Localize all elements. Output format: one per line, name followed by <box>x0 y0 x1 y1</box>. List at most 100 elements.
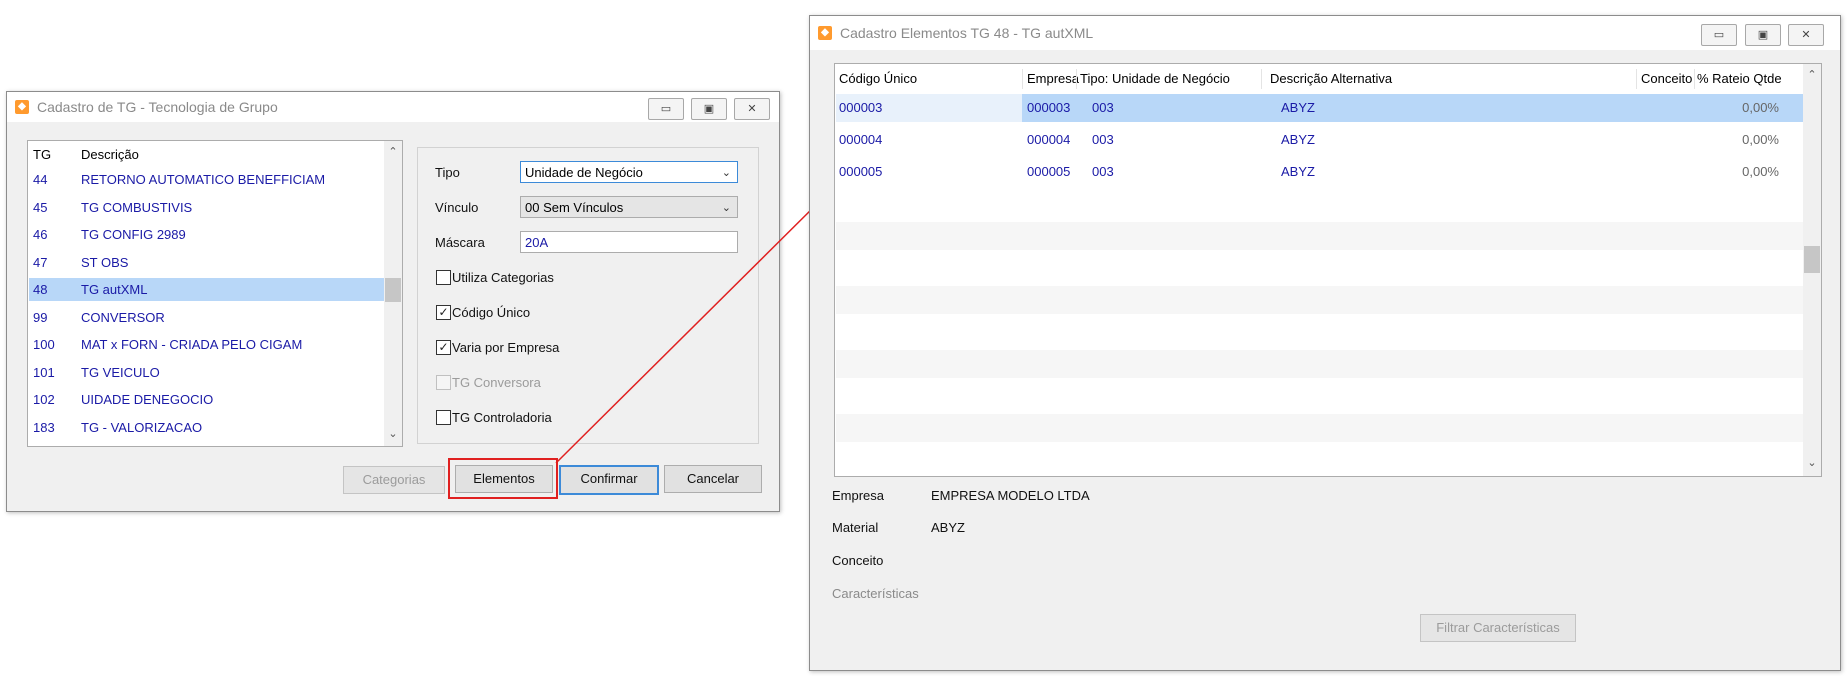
vinculo-select[interactable]: 00 Sem Vínculos ⌄ <box>520 196 738 218</box>
tg-column-header[interactable]: TG <box>33 142 51 168</box>
empty-row <box>836 318 1803 346</box>
empty-row <box>836 350 1803 378</box>
material-value[interactable]: ABYZ <box>931 520 965 535</box>
varia-por-empresa-label[interactable]: Varia por Empresa <box>452 340 559 355</box>
table-cell[interactable]: 003 <box>1092 94 1114 122</box>
caracteristicas-label: Características <box>832 586 919 601</box>
elementos-grid[interactable]: Código Único Empresa Tipo: Unidade de Ne… <box>834 63 1822 477</box>
categorias-button: Categorias <box>343 466 445 494</box>
tg-window-title: Cadastro de TG - Tecnologia de Grupo <box>37 99 278 115</box>
list-item[interactable]: 183 TG - VALORIZACAO <box>29 416 384 439</box>
mascara-input[interactable]: 20A <box>520 231 738 253</box>
utiliza-categorias-label[interactable]: Utiliza Categorias <box>452 270 554 285</box>
elementos-window: ◆ Cadastro Elementos TG 48 - TG autXML ▭… <box>809 15 1841 671</box>
close-icon[interactable]: ✕ <box>1788 24 1824 46</box>
tg-properties-panel: Tipo Unidade de Negócio ⌄ Vínculo 00 Sem… <box>417 147 759 444</box>
list-item[interactable]: 44 RETORNO AUTOMATICO BENEFFICIAM <box>29 168 384 191</box>
list-item[interactable]: 101 TG VEICULO <box>29 361 384 384</box>
codigo-unico-checkbox[interactable]: ✓ <box>436 305 451 320</box>
table-cell[interactable]: ABYZ <box>1281 126 1315 154</box>
cancelar-button[interactable]: Cancelar <box>664 465 762 493</box>
minimize-icon[interactable]: ▭ <box>1701 24 1737 46</box>
tg-list[interactable]: TG Descrição 44 RETORNO AUTOMATICO BENEFF… <box>27 140 403 447</box>
tg-window-titlebar[interactable]: ◆ Cadastro de TG - Tecnologia de Grupo ▭… <box>7 92 779 122</box>
table-cell[interactable]: 000004 <box>1027 126 1070 154</box>
table-cell[interactable]: 003 <box>1092 158 1114 186</box>
descricao-column-header[interactable]: Descrição <box>81 142 139 168</box>
empty-row <box>836 190 1803 218</box>
empty-row <box>836 382 1803 410</box>
elementos-button[interactable]: Elementos <box>455 465 553 493</box>
maximize-icon[interactable]: ▣ <box>691 98 727 120</box>
tipo-column-header[interactable]: Tipo: Unidade de Negócio <box>1080 65 1230 93</box>
table-cell[interactable]: 0,00% <box>1742 158 1779 186</box>
table-cell[interactable]: 000003 <box>1027 94 1070 122</box>
vinculo-select-value: 00 Sem Vínculos <box>525 200 624 215</box>
app-icon: ◆ <box>15 100 29 114</box>
table-cell[interactable]: 0,00% <box>1742 126 1779 154</box>
list-item[interactable]: 45 TG COMBUSTIVIS <box>29 196 384 219</box>
app-icon: ◆ <box>818 26 832 40</box>
empty-row <box>836 414 1803 442</box>
close-icon[interactable]: ✕ <box>734 98 770 120</box>
mascara-label: Máscara <box>435 235 485 250</box>
descricao-column-header[interactable]: Descrição Alternativa <box>1270 65 1392 93</box>
grid-scrollbar[interactable]: ⌃ ⌄ <box>1803 64 1821 476</box>
table-cell[interactable]: ABYZ <box>1281 94 1315 122</box>
scrollbar-thumb[interactable] <box>385 278 401 302</box>
material-label: Material <box>832 520 879 535</box>
tg-list-scrollbar[interactable]: ⌃ ⌄ <box>384 141 402 446</box>
utiliza-categorias-checkbox[interactable] <box>436 270 451 285</box>
conceito-column-header[interactable]: Conceito <box>1641 65 1692 93</box>
list-item[interactable]: 100 MAT x FORN - CRIADA PELO CIGAM <box>29 333 384 356</box>
list-item[interactable]: 46 TG CONFIG 2989 <box>29 223 384 246</box>
elementos-window-titlebar[interactable]: ◆ Cadastro Elementos TG 48 - TG autXML ▭… <box>810 16 1840 50</box>
tipo-label: Tipo <box>435 165 460 180</box>
list-item[interactable]: 47 ST OBS <box>29 251 384 274</box>
chevron-down-icon[interactable]: ⌄ <box>384 427 402 440</box>
conceito-label: Conceito <box>832 553 884 568</box>
codigo-unico-label[interactable]: Código Único <box>452 305 530 320</box>
chevron-down-icon: ⌄ <box>721 166 731 179</box>
empresa-label: Empresa <box>832 488 885 503</box>
filtrar-caracteristicas-button: Filtrar Características <box>1420 614 1576 642</box>
table-row[interactable]: 000005 000005 003 ABYZ 0,00% <box>836 158 1803 186</box>
empty-row <box>836 286 1803 314</box>
empresa-column-header[interactable]: Empresa <box>1027 65 1079 93</box>
table-row[interactable]: 000004 000004 003 ABYZ 0,00% <box>836 126 1803 154</box>
tg-window: ◆ Cadastro de TG - Tecnologia de Grupo ▭… <box>6 91 780 512</box>
table-cell[interactable]: 000003 <box>839 94 882 122</box>
codigo-unico-column-header[interactable]: Código Único <box>839 65 917 93</box>
chevron-down-icon: ⌄ <box>721 201 731 214</box>
empty-row <box>836 222 1803 250</box>
tipo-select-value: Unidade de Negócio <box>525 165 643 180</box>
minimize-icon[interactable]: ▭ <box>648 98 684 120</box>
table-cell[interactable]: ABYZ <box>1281 158 1315 186</box>
empty-row <box>836 446 1803 474</box>
table-row-selected[interactable]: 000003 000003 003 ABYZ 0,00% <box>836 94 1803 122</box>
tg-controladoria-checkbox[interactable] <box>436 410 451 425</box>
table-cell[interactable]: 000004 <box>839 126 882 154</box>
empty-row <box>836 254 1803 282</box>
list-item[interactable]: 99 CONVERSOR <box>29 306 384 329</box>
tipo-select[interactable]: Unidade de Negócio ⌄ <box>520 161 738 183</box>
list-item[interactable]: 102 UIDADE DENEGOCIO <box>29 388 384 411</box>
chevron-up-icon[interactable]: ⌃ <box>1803 68 1821 81</box>
elementos-window-title: Cadastro Elementos TG 48 - TG autXML <box>840 25 1094 41</box>
confirmar-button[interactable]: Confirmar <box>559 465 659 495</box>
tg-controladoria-label[interactable]: TG Controladoria <box>452 410 552 425</box>
empresa-value[interactable]: EMPRESA MODELO LTDA <box>931 488 1090 503</box>
tg-conversora-checkbox <box>436 375 451 390</box>
grid-header: Código Único Empresa Tipo: Unidade de Ne… <box>836 65 1803 93</box>
chevron-down-icon[interactable]: ⌄ <box>1803 456 1821 469</box>
rateio-column-header[interactable]: % Rateio Qtde <box>1697 65 1782 93</box>
table-cell[interactable]: 000005 <box>1027 158 1070 186</box>
table-cell[interactable]: 003 <box>1092 126 1114 154</box>
list-item-selected[interactable]: 48 TG autXML <box>29 278 384 301</box>
table-cell[interactable]: 0,00% <box>1742 94 1779 122</box>
varia-por-empresa-checkbox[interactable]: ✓ <box>436 340 451 355</box>
maximize-icon[interactable]: ▣ <box>1745 24 1781 46</box>
scrollbar-thumb[interactable] <box>1804 246 1820 273</box>
chevron-up-icon[interactable]: ⌃ <box>384 145 402 158</box>
table-cell[interactable]: 000005 <box>839 158 882 186</box>
